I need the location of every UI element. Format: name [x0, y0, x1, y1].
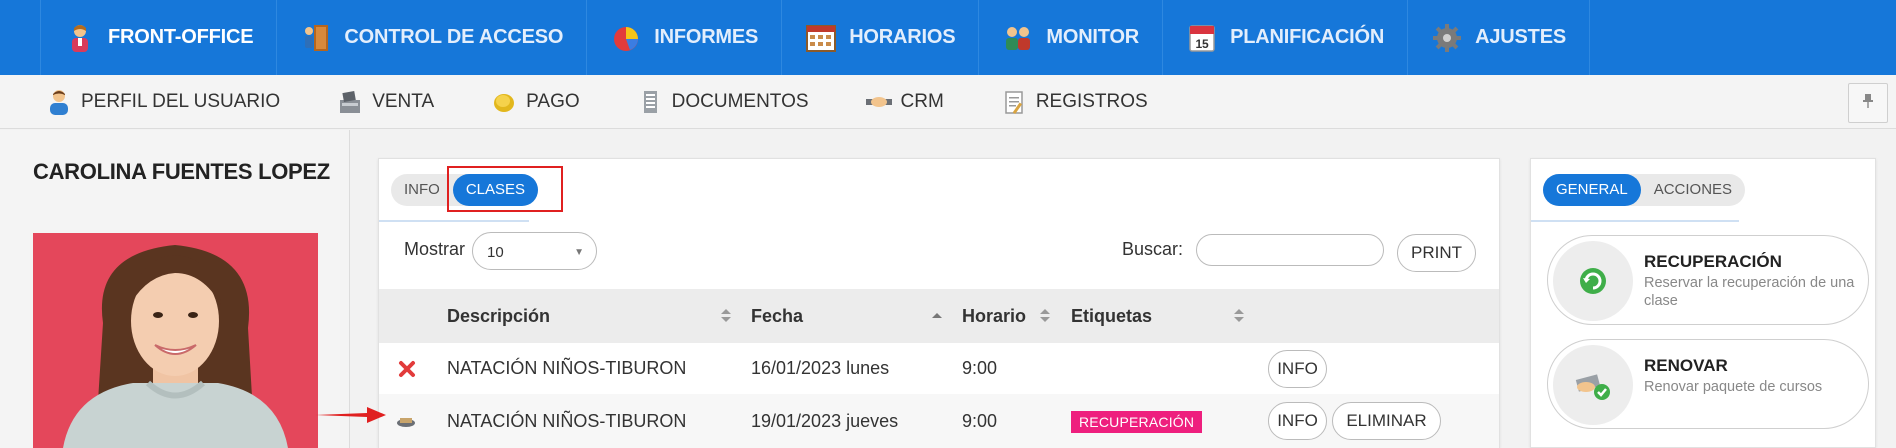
nav-informes[interactable]: INFORMES	[587, 0, 783, 75]
sort-icon[interactable]	[1040, 309, 1050, 323]
user-profile-icon	[45, 88, 73, 116]
recovery-ticket-icon	[395, 394, 417, 448]
close-x-icon[interactable]	[398, 343, 416, 394]
user-photo	[33, 233, 318, 448]
notepad-icon	[1000, 88, 1028, 116]
cash-register-icon	[336, 88, 364, 116]
row-info-button[interactable]: INFO	[1268, 402, 1327, 440]
right-tab-group: GENERAL ACCIONES	[1543, 174, 1746, 206]
page-size-select[interactable]: 10 ▼	[472, 232, 597, 270]
column-descripcion[interactable]: Descripción	[447, 289, 550, 343]
subnav-pago[interactable]: PAGO	[490, 88, 580, 116]
subnav-label: REGISTROS	[1035, 90, 1148, 112]
door-access-icon	[300, 22, 332, 54]
tab-general[interactable]: GENERAL	[1543, 174, 1641, 206]
print-button[interactable]: PRINT	[1397, 234, 1476, 272]
sort-asc-icon[interactable]	[932, 309, 942, 323]
tab-info[interactable]: INFO	[391, 174, 453, 206]
nav-label: MONITOR	[1046, 26, 1140, 48]
subnav-documentos[interactable]: DOCUMENTOS	[636, 88, 809, 116]
nav-label: AJUSTES	[1475, 26, 1566, 48]
subnav-registros[interactable]: REGISTROS	[1000, 88, 1148, 116]
sort-icon[interactable]	[721, 309, 731, 323]
row-delete-button[interactable]: ELIMINAR	[1332, 402, 1441, 440]
nav-ajustes[interactable]: AJUSTES	[1408, 0, 1590, 75]
nav-label: CONTROL DE ACCESO	[344, 26, 564, 48]
show-label: Mostrar	[404, 239, 466, 259]
column-etiquetas[interactable]: Etiquetas	[1071, 289, 1152, 343]
nav-monitor[interactable]: MONITOR	[979, 0, 1164, 75]
receptionist-icon	[64, 22, 96, 54]
search-input[interactable]	[1196, 234, 1384, 266]
tab-underline	[379, 220, 529, 222]
nav-horarios[interactable]: HORARIOS	[782, 0, 980, 75]
table-row: NATACIÓN NIÑOS-TIBURON 19/01/2023 jueves…	[379, 394, 1499, 448]
row-date: 16/01/2023 lunes	[751, 358, 890, 378]
row-time: 9:00	[962, 358, 998, 378]
column-fecha[interactable]: Fecha	[751, 289, 803, 343]
row-tag: RECUPERACIÓN	[1071, 394, 1203, 448]
nav-planificacion[interactable]: 15 PLANIFICACIÓN	[1163, 0, 1409, 75]
action-renovar[interactable]: RENOVAR Renovar paquete de cursos	[1547, 339, 1869, 429]
profile-panel: CAROLINA FUENTES LOPEZ	[0, 130, 350, 448]
subnav-label: DOCUMENTOS	[671, 90, 809, 112]
page-size-value: 10	[487, 244, 504, 261]
nav-label: FRONT-OFFICE	[108, 26, 254, 48]
classes-panel: INFO CLASES Mostrar 10 ▼ Buscar: PRINT D…	[378, 158, 1500, 448]
subnav-label: CRM	[900, 90, 944, 112]
gear-icon	[1431, 22, 1463, 54]
action-title: RECUPERACIÓN	[1644, 252, 1782, 271]
pie-chart-icon	[610, 22, 642, 54]
table-header: Descripción Fecha Horario Etiquetas	[379, 289, 1499, 343]
action-description: Reservar la recuperación de una clase	[1644, 275, 1855, 309]
renew-ticket-icon	[1553, 345, 1633, 425]
tab-acciones[interactable]: ACCIONES	[1641, 174, 1745, 206]
pin-button[interactable]	[1848, 83, 1888, 123]
row-description: NATACIÓN NIÑOS-TIBURON	[447, 358, 687, 378]
actions-panel: GENERAL ACCIONES RECUPERACIÓN Reservar l…	[1530, 158, 1876, 448]
top-navigation: FRONT-OFFICE CONTROL DE ACCESO INFORMES …	[0, 0, 1896, 86]
table-row: NATACIÓN NIÑOS-TIBURON 16/01/2023 lunes …	[379, 343, 1499, 394]
action-recuperacion[interactable]: RECUPERACIÓN Reservar la recuperación de…	[1547, 235, 1869, 325]
action-description: Renovar paquete de cursos	[1644, 379, 1823, 395]
subnav-label: PAGO	[526, 90, 580, 112]
calendar-grid-icon	[805, 22, 837, 54]
handshake-icon	[865, 88, 893, 116]
documents-icon	[636, 88, 664, 116]
row-description: NATACIÓN NIÑOS-TIBURON	[447, 411, 687, 431]
recuperacion-badge: RECUPERACIÓN	[1071, 410, 1203, 433]
subnav-label: PERFIL DEL USUARIO	[81, 90, 281, 112]
highlight-box	[447, 166, 563, 212]
users-monitor-icon	[1002, 22, 1034, 54]
subnav-perfil-del-usuario[interactable]: PERFIL DEL USUARIO	[45, 88, 280, 116]
recycle-icon	[1553, 241, 1633, 321]
subnav-crm[interactable]: CRM	[865, 88, 944, 116]
sub-navigation: PERFIL DEL USUARIO VENTA PAGO DOCUMENTOS…	[0, 75, 1896, 129]
row-date: 19/01/2023 jueves	[751, 411, 899, 431]
pin-icon	[1861, 93, 1875, 113]
sort-icon[interactable]	[1234, 309, 1244, 323]
nav-control-de-acceso[interactable]: CONTROL DE ACCESO	[277, 0, 588, 75]
nav-label: HORARIOS	[849, 26, 956, 48]
user-name: CAROLINA FUENTES LOPEZ	[33, 159, 330, 184]
column-horario[interactable]: Horario	[962, 289, 1026, 343]
calendar-15-icon: 15	[1186, 22, 1218, 54]
subnav-venta[interactable]: VENTA	[336, 88, 434, 116]
row-info-button[interactable]: INFO	[1268, 350, 1327, 388]
nav-front-office[interactable]: FRONT-OFFICE	[40, 0, 278, 86]
row-time: 9:00	[962, 411, 998, 431]
search-label: Buscar:	[1122, 239, 1184, 259]
nav-label: INFORMES	[654, 26, 759, 48]
right-tab-underline	[1531, 220, 1739, 222]
chevron-down-icon: ▼	[574, 247, 584, 258]
subnav-label: VENTA	[372, 90, 435, 112]
action-title: RENOVAR	[1644, 356, 1728, 375]
svg-text:15: 15	[1196, 37, 1209, 51]
coin-icon	[490, 88, 518, 116]
nav-label: PLANIFICACIÓN	[1230, 26, 1385, 48]
pointer-arrow-icon	[315, 407, 386, 423]
